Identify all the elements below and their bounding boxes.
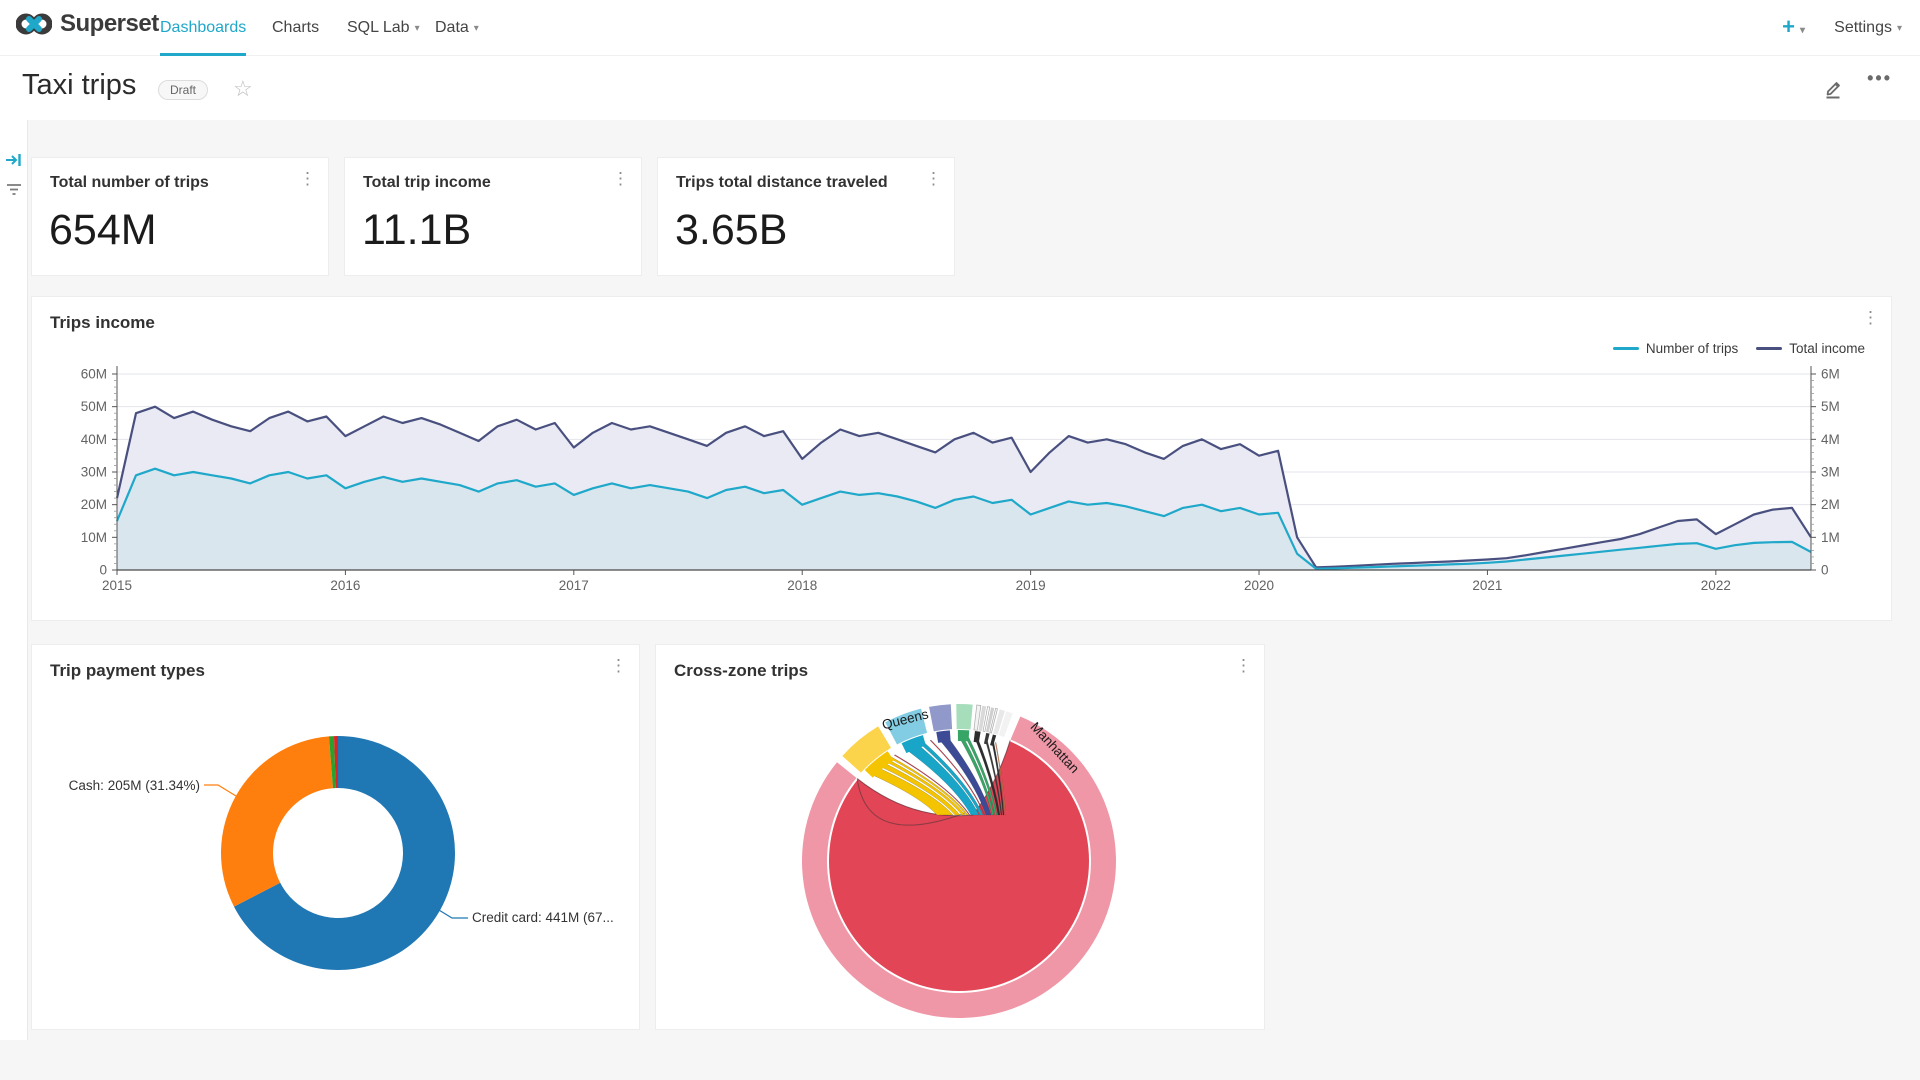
kpi-value: 654M — [49, 206, 157, 255]
svg-text:2015: 2015 — [102, 578, 132, 593]
svg-text:4M: 4M — [1821, 432, 1840, 447]
superset-infinity-icon — [16, 12, 52, 36]
svg-text:50M: 50M — [81, 399, 107, 414]
nav-item-sql-lab[interactable]: SQL Lab▾ — [347, 0, 420, 56]
kpi-value: 3.65B — [675, 206, 787, 255]
kpi-title: Total number of trips — [50, 174, 209, 192]
plus-icon: + — [1782, 14, 1795, 39]
svg-text:Credit card: 441M (67...: Credit card: 441M (67... — [472, 910, 614, 925]
svg-text:2M: 2M — [1821, 497, 1840, 512]
payment-types-donut-chart[interactable]: Cash: 205M (31.34%) Credit card: 441M (67… — [32, 645, 641, 1031]
brand-name: Superset — [60, 10, 159, 38]
filter-funnel-icon[interactable] — [5, 182, 23, 203]
svg-text:0: 0 — [99, 563, 107, 578]
svg-text:10M: 10M — [81, 530, 107, 545]
svg-text:2017: 2017 — [559, 578, 589, 593]
dashboard-header: Taxi trips Draft ☆ ••• — [0, 56, 1920, 120]
caret-down-icon: ▾ — [474, 1, 479, 57]
pencil-icon — [1822, 76, 1846, 100]
nav-item-data[interactable]: Data▾ — [435, 0, 479, 56]
favorite-star-icon[interactable]: ☆ — [233, 76, 253, 102]
page-title: Taxi trips — [22, 69, 136, 102]
nav-item-charts[interactable]: Charts — [272, 0, 319, 56]
nav-item-dashboards[interactable]: Dashboards — [160, 0, 246, 56]
kpi-value: 11.1B — [362, 206, 471, 255]
svg-text:1M: 1M — [1821, 530, 1840, 545]
kpi-title: Trips total distance traveled — [676, 174, 888, 192]
svg-text:2022: 2022 — [1701, 578, 1731, 593]
kpi-card-trip-income: Total trip income ⋮ 11.1B — [344, 157, 642, 276]
kpi-title: Total trip income — [363, 174, 491, 192]
new-item-button[interactable]: +▾ — [1782, 0, 1805, 56]
svg-text:2018: 2018 — [787, 578, 817, 593]
payment-types-card: Trip payment types ⋮ Cash: 205M (31.34%)… — [31, 644, 640, 1030]
filter-bar-collapsed — [0, 120, 28, 1040]
svg-text:5M: 5M — [1821, 399, 1840, 414]
svg-text:0: 0 — [1821, 563, 1829, 578]
svg-text:2019: 2019 — [1016, 578, 1046, 593]
dashboard-body: Total number of trips ⋮ 654M Total trip … — [0, 120, 1920, 1080]
status-badge: Draft — [158, 80, 208, 100]
svg-text:2021: 2021 — [1472, 578, 1502, 593]
cross-zone-chord-chart[interactable]: ManhattanQueens — [656, 645, 1266, 1031]
svg-text:20M: 20M — [81, 497, 107, 512]
cross-zone-trips-card: Cross-zone trips ⋮ ManhattanQueens — [655, 644, 1265, 1030]
expand-filter-bar-button[interactable] — [5, 152, 23, 173]
caret-down-icon: ▾ — [1800, 4, 1805, 58]
more-options-button[interactable]: ••• — [1867, 68, 1892, 89]
kebab-menu-icon[interactable]: ⋮ — [299, 170, 316, 187]
kebab-menu-icon[interactable]: ⋮ — [612, 170, 629, 187]
caret-down-icon: ▾ — [1897, 1, 1902, 57]
trips-income-card: Trips income ⋮ Number of trips Total inc… — [31, 296, 1892, 621]
top-nav: Superset Dashboards Charts SQL Lab▾ Data… — [0, 0, 1920, 56]
edit-dashboard-button[interactable] — [1822, 76, 1846, 105]
settings-menu[interactable]: Settings▾ — [1834, 0, 1902, 56]
superset-logo[interactable]: Superset — [16, 10, 159, 38]
trips-income-line-chart[interactable]: 0 0 10M 1M 20M 2M 30M 3M 40M 4M 50M 5M 60M 6M 2015 2016… — [32, 297, 1893, 622]
svg-text:2016: 2016 — [330, 578, 360, 593]
svg-text:6M: 6M — [1821, 367, 1840, 382]
arrow-right-bar-icon — [5, 152, 23, 168]
kpi-card-total-trips: Total number of trips ⋮ 654M — [31, 157, 329, 276]
ellipsis-icon: ••• — [1867, 68, 1892, 88]
svg-text:2020: 2020 — [1244, 578, 1274, 593]
caret-down-icon: ▾ — [415, 1, 420, 57]
svg-text:60M: 60M — [81, 367, 107, 382]
svg-text:40M: 40M — [81, 432, 107, 447]
kebab-menu-icon[interactable]: ⋮ — [925, 170, 942, 187]
svg-text:30M: 30M — [81, 465, 107, 480]
svg-text:Cash: 205M (31.34%): Cash: 205M (31.34%) — [69, 778, 200, 793]
kpi-card-total-distance: Trips total distance traveled ⋮ 3.65B — [657, 157, 955, 276]
svg-text:3M: 3M — [1821, 465, 1840, 480]
